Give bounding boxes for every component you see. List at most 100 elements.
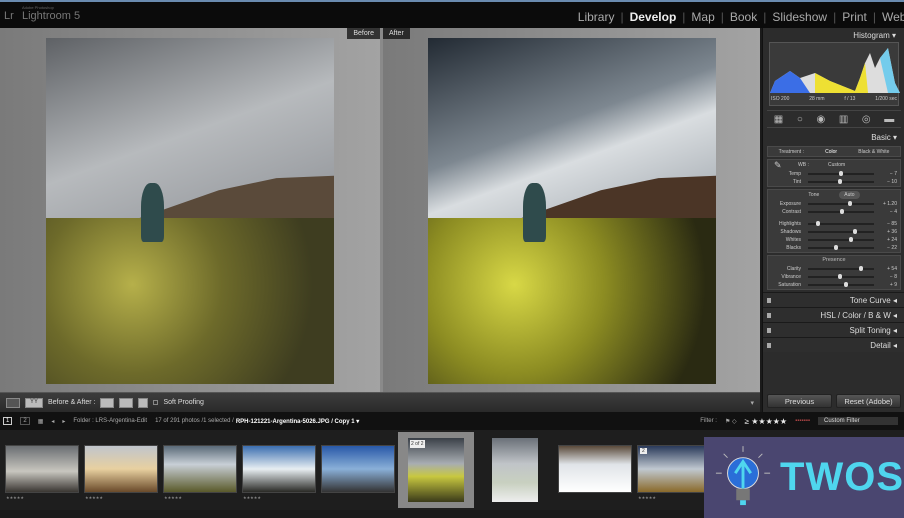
slider-track[interactable] xyxy=(808,245,874,250)
slider-value[interactable]: − 4 xyxy=(878,209,900,215)
slider-saturation[interactable]: Saturation + 9 xyxy=(768,281,900,289)
slider-contrast[interactable]: Contrast − 4 xyxy=(768,208,900,216)
thumbnail[interactable] xyxy=(492,438,538,502)
module-print[interactable]: Print xyxy=(842,10,867,24)
histogram-header[interactable]: Histogram ▾ xyxy=(763,28,904,42)
eyedropper-icon[interactable]: ✎ xyxy=(768,160,798,171)
slider-value[interactable]: − 10 xyxy=(878,179,900,185)
red-eye-icon[interactable]: ◉ xyxy=(816,114,825,125)
slider-clarity[interactable]: Clarity + 54 xyxy=(768,265,900,273)
reset-button[interactable]: Reset (Adobe) xyxy=(836,394,901,408)
graduated-filter-icon[interactable]: ▥ xyxy=(839,114,848,125)
slider-value[interactable]: + 54 xyxy=(878,266,900,272)
slider-value[interactable]: + 24 xyxy=(878,237,900,243)
slider-handle[interactable] xyxy=(852,229,857,234)
forward-arrow-icon[interactable]: ▸ xyxy=(62,418,65,425)
tone-curve-section[interactable]: Tone Curve ◂ xyxy=(763,292,904,307)
thumbnail[interactable] xyxy=(558,445,632,493)
auto-button[interactable]: Auto xyxy=(839,191,860,199)
slider-value[interactable]: − 8 xyxy=(878,274,900,280)
slider-value[interactable]: + 9 xyxy=(878,282,900,288)
thumbnail[interactable]: 2 xyxy=(637,445,711,493)
slider-tint[interactable]: Tint − 10 xyxy=(768,178,900,186)
slider-highlights[interactable]: Highlights − 85 xyxy=(768,220,900,228)
slider-vibrance[interactable]: Vibrance − 8 xyxy=(768,273,900,281)
monitor-2-button[interactable]: 2 xyxy=(20,417,30,425)
slider-value[interactable]: − 7 xyxy=(878,171,900,177)
slider-handle[interactable] xyxy=(847,201,852,206)
slider-track[interactable] xyxy=(808,201,874,206)
rating-filter[interactable]: ≥ ★★★★★ xyxy=(745,417,787,426)
wb-select[interactable]: Custom xyxy=(828,162,845,168)
slider-track[interactable] xyxy=(808,221,874,226)
module-web[interactable]: Web xyxy=(882,10,904,24)
module-map[interactable]: Map xyxy=(691,10,714,24)
crop-grid-icon[interactable]: ▦ xyxy=(774,114,783,125)
slider-handle[interactable] xyxy=(848,237,853,242)
hsl-section[interactable]: HSL / Color / B & W ◂ xyxy=(763,307,904,322)
thumbnail[interactable] xyxy=(163,445,237,493)
slider-track[interactable] xyxy=(808,229,874,234)
grid-icon[interactable]: ▦ xyxy=(38,418,44,425)
slider-value[interactable]: − 22 xyxy=(878,245,900,251)
thumbnail[interactable] xyxy=(242,445,316,493)
module-library[interactable]: Library xyxy=(578,10,615,24)
radial-filter-icon[interactable]: ◎ xyxy=(862,114,871,125)
slider-shadows[interactable]: Shadows + 36 xyxy=(768,228,900,236)
before-after-view-button[interactable]: YY xyxy=(25,397,43,408)
custom-filter-select[interactable]: Custom Filter xyxy=(818,417,898,425)
folder-path[interactable]: Folder : LRS-Argentina-Edit xyxy=(73,418,147,424)
slider-handle[interactable] xyxy=(815,221,820,226)
basic-header[interactable]: Basic ▾ xyxy=(763,130,904,144)
copy-after-to-before-button[interactable] xyxy=(119,397,134,408)
module-slideshow[interactable]: Slideshow xyxy=(772,10,827,24)
slider-track[interactable] xyxy=(808,282,874,287)
thumbnail[interactable] xyxy=(5,445,79,493)
slider-track[interactable] xyxy=(808,237,874,242)
before-photo[interactable] xyxy=(46,38,334,384)
slider-handle[interactable] xyxy=(843,282,848,287)
slider-track[interactable] xyxy=(808,266,874,271)
soft-proofing-checkbox[interactable] xyxy=(153,400,159,405)
slider-temp[interactable]: Temp − 7 xyxy=(768,170,900,178)
slider-whites[interactable]: Whites + 24 xyxy=(768,236,900,244)
detail-section[interactable]: Detail ◂ xyxy=(763,337,904,352)
split-toning-section[interactable]: Split Toning ◂ xyxy=(763,322,904,337)
treatment-color[interactable]: Color xyxy=(825,149,837,155)
adjustment-brush-icon[interactable]: ▬ xyxy=(884,114,894,125)
previous-button[interactable]: Previous xyxy=(767,394,832,408)
slider-track[interactable] xyxy=(808,171,874,176)
treatment-row: Treatment : Color Black & White xyxy=(767,146,901,157)
slider-handle[interactable] xyxy=(858,266,863,271)
loupe-view-button[interactable] xyxy=(6,397,20,408)
selected-thumbnail-cell[interactable]: 2 of 2 xyxy=(398,432,474,508)
slider-track[interactable] xyxy=(808,274,874,279)
after-photo[interactable] xyxy=(428,38,716,384)
slider-blacks[interactable]: Blacks − 22 xyxy=(768,244,900,252)
treatment-bw[interactable]: Black & White xyxy=(858,149,889,155)
thumbnail[interactable] xyxy=(321,445,395,493)
copy-before-to-after-button[interactable] xyxy=(100,397,115,408)
thumbnail[interactable] xyxy=(84,445,158,493)
filename[interactable]: RPH-121221-Argentina-5026.JPG / Copy 1 ▾ xyxy=(236,418,359,425)
slider-handle[interactable] xyxy=(839,209,844,214)
slider-handle[interactable] xyxy=(838,274,843,279)
slider-handle[interactable] xyxy=(838,179,843,184)
monitor-1-button[interactable]: 1 xyxy=(3,417,13,425)
color-label-filter[interactable]: ▪▪▪▪▪▪▪ xyxy=(795,418,810,424)
slider-exposure[interactable]: Exposure + 1.20 xyxy=(768,200,900,208)
slider-value[interactable]: − 85 xyxy=(878,221,900,227)
module-book[interactable]: Book xyxy=(730,10,757,24)
flag-filter-icon[interactable]: ⚑ ◇ xyxy=(725,418,737,425)
spot-removal-icon[interactable]: ○ xyxy=(797,114,803,125)
slider-track[interactable] xyxy=(808,209,874,214)
slider-handle[interactable] xyxy=(833,245,838,250)
slider-value[interactable]: + 36 xyxy=(878,229,900,235)
slider-handle[interactable] xyxy=(839,171,844,176)
back-arrow-icon[interactable]: ◂ xyxy=(51,418,54,425)
swap-button[interactable] xyxy=(138,397,149,408)
slider-value[interactable]: + 1.20 xyxy=(878,201,900,207)
module-develop[interactable]: Develop xyxy=(630,10,677,24)
slider-track[interactable] xyxy=(808,179,874,184)
toolbar-menu-icon[interactable]: ▾ xyxy=(750,399,754,407)
